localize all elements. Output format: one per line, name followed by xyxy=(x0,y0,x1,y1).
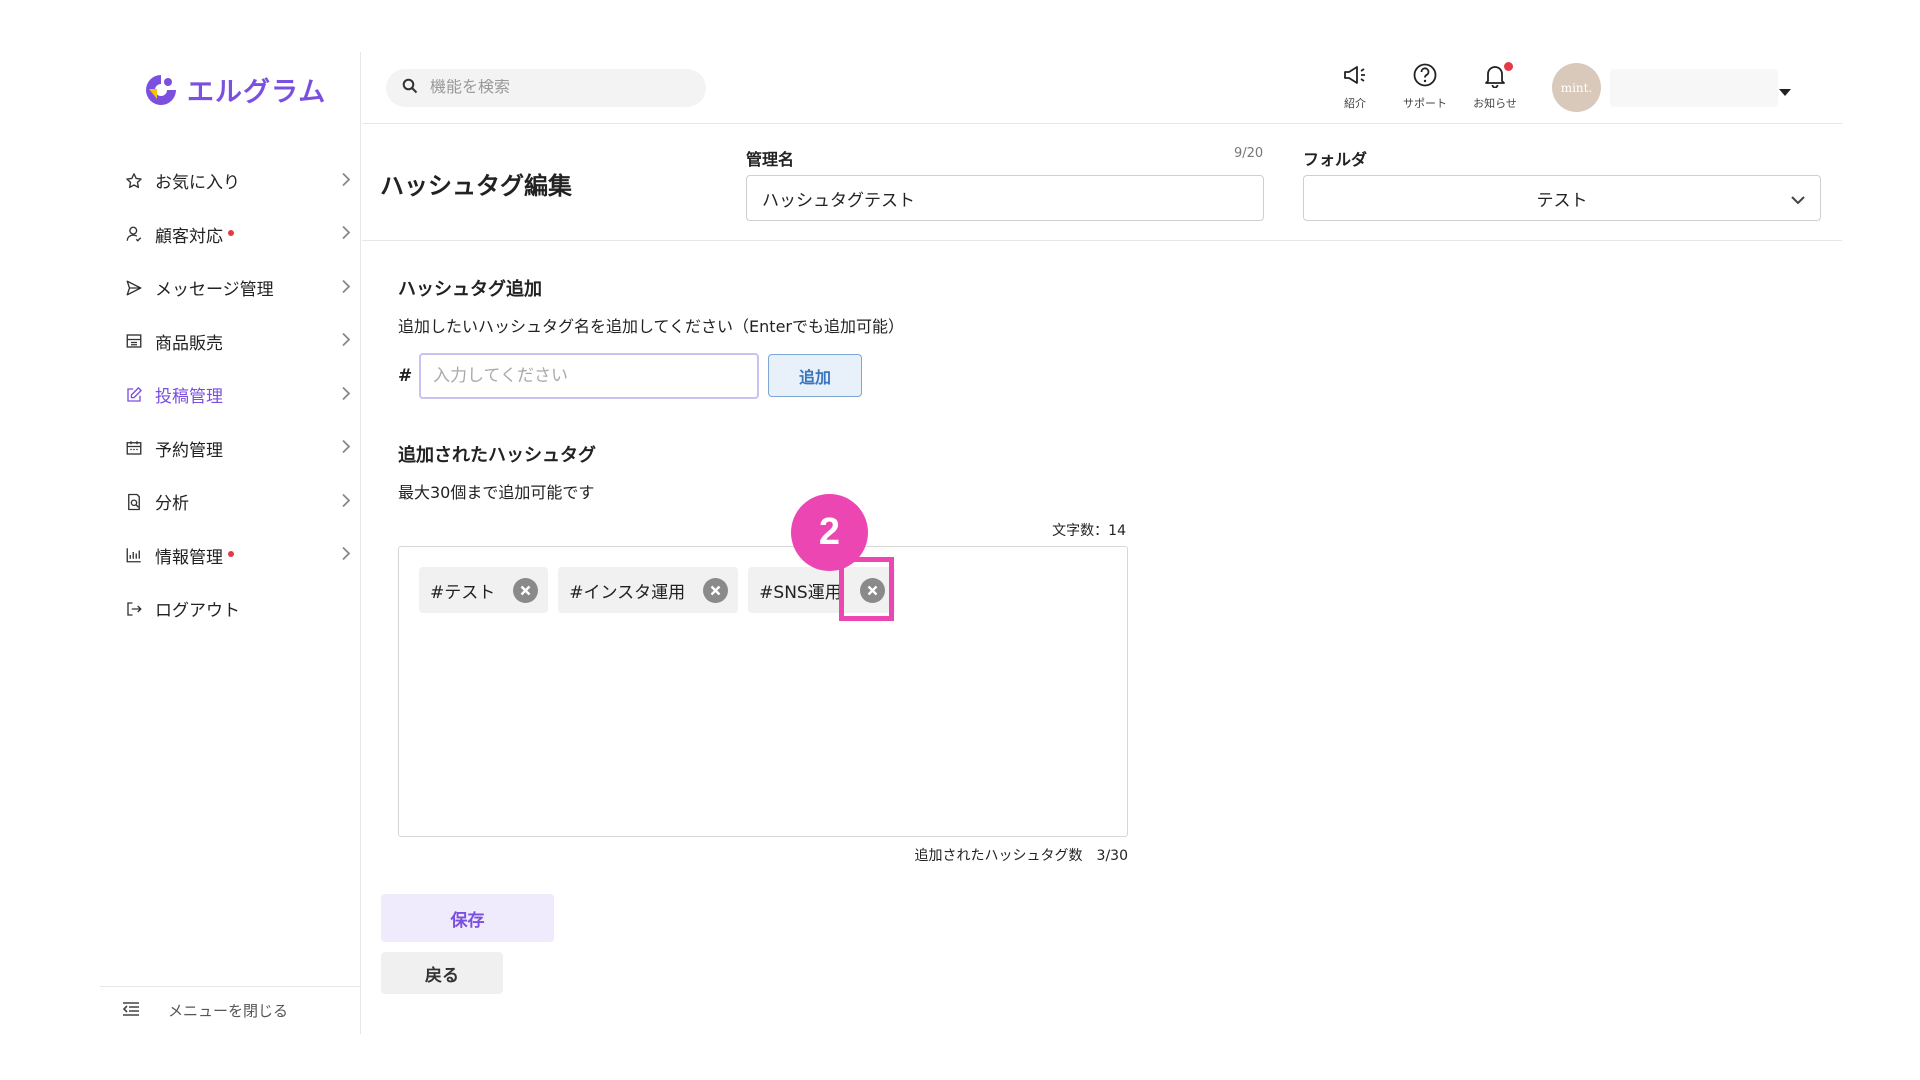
hash-prefix: # xyxy=(398,366,413,386)
collapse-menu-label: メニューを閉じる xyxy=(168,1002,289,1020)
avatar[interactable]: mint. xyxy=(1552,63,1601,112)
support-label: サポート xyxy=(1403,97,1447,110)
hashtag-chip: #テスト xyxy=(419,567,549,613)
logout-icon xyxy=(125,600,143,618)
hashtag-count: 追加されたハッシュタグ数 3/30 xyxy=(914,848,1128,864)
calendar-icon xyxy=(125,439,143,457)
sidebar-item-messages[interactable]: メッセージ管理 xyxy=(100,261,361,315)
menu-collapse-icon xyxy=(122,1001,140,1021)
account-name[interactable] xyxy=(1610,69,1778,107)
chevron-right-icon xyxy=(341,278,351,297)
edit-header: ハッシュタグ編集 管理名 9/20 フォルダ テスト xyxy=(362,124,1842,241)
chevron-right-icon xyxy=(341,439,351,458)
sidebar-item-info[interactable]: 情報管理 xyxy=(100,529,361,583)
logo-text: エルグラム xyxy=(187,77,327,108)
sidebar-item-label: 顧客対応 xyxy=(155,226,223,247)
close-icon xyxy=(710,585,721,595)
folder-select-value: テスト xyxy=(1536,190,1588,211)
sidebar-item-customers[interactable]: 顧客対応 xyxy=(100,208,361,262)
send-icon xyxy=(125,279,143,297)
megaphone-icon xyxy=(1342,62,1368,92)
management-name-input[interactable] xyxy=(746,175,1264,221)
referral-label: 紹介 xyxy=(1344,97,1366,110)
sidebar-item-favorites[interactable]: お気に入り xyxy=(100,154,361,208)
caret-down-icon[interactable] xyxy=(1778,82,1792,101)
sidebar-item-label: お気に入り xyxy=(155,173,240,194)
step-number-badge: 2 xyxy=(791,494,868,571)
chevron-right-icon xyxy=(341,385,351,404)
notification-dot xyxy=(228,551,234,558)
page-title: ハッシュタグ編集 xyxy=(380,172,572,200)
sidebar-item-label: メッセージ管理 xyxy=(155,280,274,301)
sidebar-item-analytics[interactable]: 分析 xyxy=(100,475,361,529)
hashtag-chip-label: #SNS運用 xyxy=(759,582,842,603)
sidebar: エルグラム お気に入り 顧客対応 メッセージ管理 商品販売 投稿管理 予約管理 … xyxy=(100,52,361,1034)
add-button[interactable]: 追加 xyxy=(768,354,862,397)
person-icon xyxy=(125,225,143,243)
chevron-right-icon xyxy=(341,492,351,511)
folder-select[interactable]: テスト xyxy=(1303,175,1821,221)
name-label: 管理名 xyxy=(746,150,795,169)
back-button[interactable]: 戻る xyxy=(381,952,503,994)
chevron-right-icon xyxy=(341,332,351,351)
search-box[interactable] xyxy=(386,69,706,107)
hashtag-chip-label: #インスタ運用 xyxy=(569,582,686,603)
save-button[interactable]: 保存 xyxy=(381,894,554,942)
support-button[interactable]: サポート xyxy=(1390,62,1460,111)
sidebar-item-label: 情報管理 xyxy=(155,547,223,568)
sidebar-item-label: 分析 xyxy=(155,494,189,515)
close-icon xyxy=(520,585,531,595)
collapse-menu-button[interactable]: メニューを閉じる xyxy=(100,986,361,1034)
store-icon xyxy=(125,332,143,350)
add-hashtag-description: 追加したいハッシュタグ名を追加してください（Enterでも追加可能） xyxy=(398,317,904,336)
edit-icon xyxy=(125,386,143,404)
chevron-right-icon xyxy=(341,171,351,190)
folder-label: フォルダ xyxy=(1303,150,1368,169)
chevron-right-icon xyxy=(341,225,351,244)
chevron-down-icon xyxy=(1790,191,1806,211)
sidebar-item-logout[interactable]: ログアウト xyxy=(100,582,361,636)
sidebar-item-label: 投稿管理 xyxy=(155,387,223,408)
sidebar-item-label: ログアウト xyxy=(155,601,240,622)
report-icon xyxy=(125,493,143,511)
sidebar-item-posts[interactable]: 投稿管理 xyxy=(100,368,361,422)
name-counter: 9/20 xyxy=(1234,146,1264,161)
sidebar-item-label: 商品販売 xyxy=(155,333,223,354)
notifications-label: お知らせ xyxy=(1473,97,1517,110)
hashtag-chip: #インスタ運用 xyxy=(558,567,739,613)
chevron-right-icon xyxy=(341,546,351,565)
add-hashtag-title: ハッシュタグ追加 xyxy=(398,279,542,300)
app-logo[interactable]: エルグラム xyxy=(143,70,326,109)
hashtag-chip-label: #テスト xyxy=(430,582,496,603)
sidebar-item-reservations[interactable]: 予約管理 xyxy=(100,422,361,476)
remove-hashtag-button[interactable] xyxy=(703,577,729,603)
star-icon xyxy=(125,172,143,190)
added-hashtags-description: 最大30個まで追加可能です xyxy=(398,483,595,502)
character-count: 文字数：14 xyxy=(1052,523,1126,539)
hashtag-list-box: #テスト #インスタ運用 #SNS運用 xyxy=(398,546,1128,837)
help-icon xyxy=(1412,62,1438,92)
hashtag-input[interactable] xyxy=(419,353,759,399)
sidebar-item-sales[interactable]: 商品販売 xyxy=(100,315,361,369)
sidebar-nav: お気に入り 顧客対応 メッセージ管理 商品販売 投稿管理 予約管理 分析 情報管… xyxy=(100,154,361,636)
remove-hashtag-button[interactable] xyxy=(513,577,539,603)
referral-button[interactable]: 紹介 xyxy=(1320,62,1390,111)
bar-chart-icon xyxy=(125,546,143,564)
top-header: 紹介 サポート お知らせ mint. xyxy=(362,52,1842,124)
search-icon xyxy=(402,78,418,98)
search-input[interactable] xyxy=(430,79,690,97)
sidebar-item-label: 予約管理 xyxy=(155,440,223,461)
logo-mark-icon xyxy=(143,72,179,108)
hashtag-chips: #テスト #インスタ運用 #SNS運用 xyxy=(419,567,905,613)
header-actions: 紹介 サポート お知らせ xyxy=(1320,62,1530,111)
notifications-button[interactable]: お知らせ xyxy=(1460,62,1530,111)
notification-badge xyxy=(1504,62,1513,71)
notification-dot xyxy=(228,230,234,237)
added-hashtags-title: 追加されたハッシュタグ xyxy=(398,445,596,466)
